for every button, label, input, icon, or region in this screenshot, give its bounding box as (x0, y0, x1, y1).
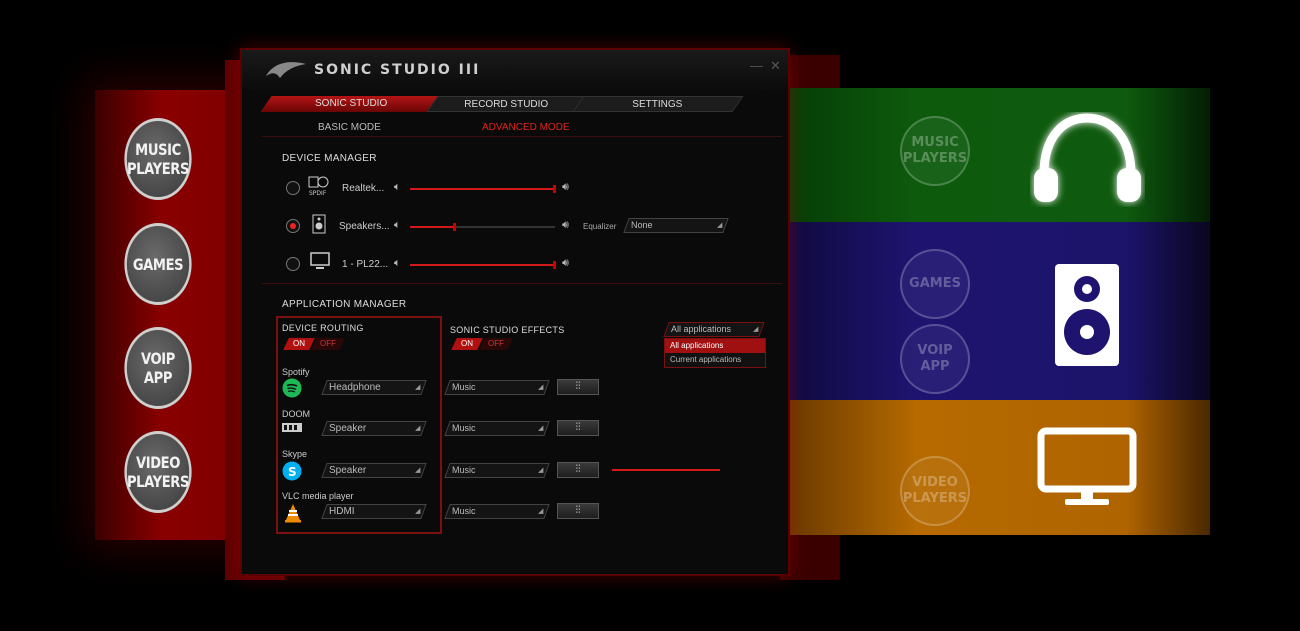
volume-fill (410, 264, 555, 266)
category-video-players: VIDEO PLAYERS (124, 431, 192, 513)
minimize-button[interactable]: — (750, 58, 763, 73)
volume-slider-speakers[interactable] (410, 223, 555, 231)
speaker-icon (1055, 264, 1119, 366)
monitor-device-icon (310, 252, 330, 269)
app-name-spotify: Spotify (282, 367, 310, 377)
volume-fill (410, 188, 555, 190)
ghost-video-players: VIDEO PLAYERS (900, 456, 970, 526)
route-select-doom[interactable]: Speaker ◢ (321, 421, 427, 436)
routing-on-toggle[interactable]: ON (283, 338, 315, 350)
svg-text:S: S (288, 465, 297, 479)
equalizer-select[interactable]: None ◢ (623, 218, 729, 233)
svg-text:SPDIF: SPDIF (309, 190, 327, 196)
ghost-music-players: MUSIC PLAYERS (900, 116, 970, 186)
app-title: SONIC STUDIO III (314, 62, 481, 78)
equalizer-label: Equalizer (583, 222, 617, 231)
sonic-studio-window: SONIC STUDIO III — ✕ SONIC STUDIO RECORD… (240, 48, 790, 576)
device-routing-heading: DEVICE ROUTING (282, 323, 364, 333)
skype-icon: S (282, 461, 302, 481)
volume-fill (410, 226, 454, 228)
divider (262, 136, 782, 137)
tab-record-studio[interactable]: RECORD STUDIO (426, 96, 588, 112)
volume-max-icon[interactable]: 🔊︎ (562, 219, 569, 232)
route-select-spotify[interactable]: Headphone ◢ (321, 380, 427, 395)
effects-off-toggle[interactable]: OFF (479, 338, 513, 350)
volume-thumb[interactable] (453, 223, 456, 231)
route-select-skype[interactable]: Speaker ◢ (321, 463, 427, 478)
spdif-icon: SPDIF (308, 176, 329, 196)
ghost-games: GAMES (900, 249, 970, 319)
device-name-realtek: Realtek... (342, 183, 385, 194)
volume-slider-pl22[interactable] (410, 261, 556, 269)
volume-slider-realtek[interactable] (410, 185, 556, 193)
volume-max-icon[interactable]: 🔊︎ (562, 257, 569, 270)
ghost-voip-app: VOIP APP (900, 324, 970, 394)
close-button[interactable]: ✕ (770, 58, 781, 74)
route-select-vlc[interactable]: HDMI ◢ (321, 504, 427, 519)
vlc-icon (285, 504, 301, 523)
skype-volume-slider[interactable] (612, 469, 720, 471)
mute-icon[interactable]: 🔈︎ (394, 181, 401, 194)
rog-logo-icon (266, 62, 306, 78)
app-name-doom: DOOM (282, 409, 310, 419)
advanced-mode-link[interactable]: ADVANCED MODE (482, 122, 570, 133)
equalizer-button-spotify[interactable]: ⫶⫶ (557, 379, 599, 395)
app-filter-dropdown: All applications Current applications (664, 338, 766, 368)
purple-band (790, 222, 1210, 407)
effect-select-spotify[interactable]: Music ◢ (444, 380, 550, 395)
app-name-vlc: VLC media player (282, 491, 354, 501)
tab-settings[interactable]: SETTINGS (572, 96, 744, 112)
equalizer-button-doom[interactable]: ⫶⫶ (557, 420, 599, 436)
effects-on-toggle[interactable]: ON (451, 338, 483, 350)
volume-thumb[interactable] (553, 261, 556, 269)
filter-option-current[interactable]: Current applications (665, 353, 765, 367)
spotify-icon (282, 378, 302, 398)
divider (262, 283, 782, 284)
volume-thumb[interactable] (553, 185, 556, 193)
headphones-icon (1034, 113, 1141, 202)
equalizer-button-vlc[interactable]: ⫶⫶ (557, 503, 599, 519)
effect-select-skype[interactable]: Music ◢ (444, 463, 550, 478)
app-filter-select[interactable]: All applications ◢ (663, 322, 765, 337)
application-manager-heading: APPLICATION MANAGER (282, 299, 407, 310)
category-voip-app: VOIP APP (124, 327, 192, 409)
doom-icon (282, 423, 302, 432)
routing-off-toggle[interactable]: OFF (311, 338, 345, 350)
monitor-icon (1037, 427, 1137, 505)
device-manager-heading: DEVICE MANAGER (282, 153, 377, 164)
device-radio-pl22[interactable] (286, 257, 300, 271)
mute-icon[interactable]: 🔈︎ (394, 257, 401, 270)
speaker-device-icon (312, 214, 326, 234)
category-music-players: MUSIC PLAYERS (124, 118, 192, 200)
effect-select-doom[interactable]: Music ◢ (444, 421, 550, 436)
basic-mode-link[interactable]: BASIC MODE (318, 122, 381, 133)
volume-max-icon[interactable]: 🔊︎ (562, 181, 569, 194)
tab-sonic-studio[interactable]: SONIC STUDIO (260, 96, 442, 112)
device-radio-speakers[interactable] (286, 219, 300, 233)
equalizer-button-skype[interactable]: ⫶⫶ (557, 462, 599, 478)
device-name-speakers: Speakers... (339, 221, 390, 232)
effects-heading: SONIC STUDIO EFFECTS (450, 325, 565, 335)
green-band (790, 88, 1210, 238)
mute-icon[interactable]: 🔈︎ (394, 219, 401, 232)
category-games: GAMES (124, 223, 192, 305)
app-name-skype: Skype (282, 449, 308, 459)
device-radio-realtek[interactable] (286, 181, 300, 195)
filter-option-all[interactable]: All applications (665, 339, 765, 353)
device-name-pl22: 1 - PL22... (342, 259, 389, 270)
volume-fill (612, 469, 720, 471)
effect-select-vlc[interactable]: Music ◢ (444, 504, 550, 519)
orange-band (790, 400, 1210, 535)
